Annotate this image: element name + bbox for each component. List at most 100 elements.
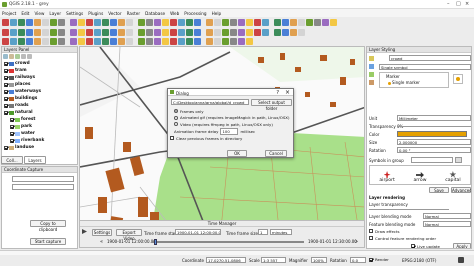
manage-map-themes-icon[interactable] [9, 54, 14, 59]
close-icon[interactable]: × [465, 1, 469, 7]
time-frame-size-input[interactable]: 1 [258, 229, 268, 235]
layer-visibility-checkbox[interactable] [4, 75, 8, 80]
collapse-all-icon[interactable] [27, 54, 32, 59]
toolbar-tool-icon[interactable] [194, 28, 201, 36]
maximize-icon[interactable]: □ [456, 1, 461, 7]
toolbar-tool-icon[interactable] [50, 37, 57, 45]
toolbar-tool-icon[interactable] [274, 28, 281, 36]
menu-help[interactable]: Help [212, 11, 222, 16]
symbol-capital[interactable]: capital [445, 171, 461, 183]
toolbar-tool-icon[interactable] [162, 37, 169, 45]
styling-layer-select[interactable]: crowd [389, 55, 471, 61]
layer-visibility-checkbox[interactable] [4, 82, 8, 87]
toolbar-tool-icon[interactable] [18, 18, 25, 26]
toolbar-tool-icon[interactable] [246, 28, 253, 36]
toolbar-tool-icon[interactable] [58, 28, 65, 36]
export-option-radio[interactable] [174, 122, 178, 127]
scale-select[interactable]: 1:3 557 [261, 257, 286, 263]
toolbar-tool-icon[interactable] [18, 28, 25, 36]
toolbar-tool-icon[interactable] [170, 28, 177, 36]
toolbar-tool-icon[interactable] [194, 37, 201, 45]
toolbar-tool-icon[interactable] [94, 28, 101, 36]
toolbar-tool-icon[interactable] [138, 28, 145, 36]
play-icon[interactable] [82, 229, 87, 234]
toolbar-tool-icon[interactable] [94, 37, 101, 45]
toolbar-tool-icon[interactable] [186, 28, 193, 36]
toolbar-tool-icon[interactable] [78, 28, 85, 36]
control-order-checkbox[interactable] [369, 236, 373, 241]
minimize-icon[interactable]: – [447, 1, 450, 7]
toolbar-tool-icon[interactable] [206, 18, 213, 26]
time-unit-select[interactable]: minutes [270, 229, 292, 235]
toolbar-tool-icon[interactable] [154, 18, 161, 26]
symbol-group-select[interactable] [411, 157, 453, 163]
export-option-radio[interactable] [174, 115, 178, 120]
toolbar-tool-icon[interactable] [282, 18, 289, 26]
toolbar-tool-icon[interactable] [154, 37, 161, 45]
select-output-folder-button[interactable]: Select output folder [251, 98, 292, 111]
toolbar-tool-icon[interactable] [230, 18, 237, 26]
layer-item[interactable]: forest [4, 116, 77, 123]
menu-plugins[interactable]: Plugins [88, 11, 103, 16]
color-button[interactable] [397, 131, 467, 137]
control-order-row[interactable]: Control feature rendering order [369, 235, 436, 242]
toolbar-tool-icon[interactable] [170, 37, 177, 45]
feature-blending-select[interactable]: Normal [423, 221, 471, 227]
toolbar-tool-icon[interactable] [154, 28, 161, 36]
render-checkbox[interactable] [369, 257, 373, 262]
messages-icon[interactable] [458, 257, 464, 263]
symbol-arrow[interactable]: arrow [413, 172, 426, 183]
toolbar-tool-icon[interactable] [290, 18, 297, 26]
crs-label[interactable]: EPSG:2180 (OTF) [402, 258, 436, 263]
cancel-button[interactable]: Cancel [265, 150, 287, 157]
toolbar-tool-icon[interactable] [42, 37, 49, 45]
layer-visibility-checkbox[interactable] [4, 89, 8, 94]
toolbar-tool-icon[interactable] [102, 37, 109, 45]
toolbar-tool-icon[interactable] [42, 18, 49, 26]
menu-view[interactable]: View [34, 11, 44, 16]
save-symbol-button[interactable]: Save [429, 187, 449, 193]
layer-item[interactable]: crowd [4, 60, 77, 67]
toolbar-tool-icon[interactable] [78, 18, 85, 26]
toolbar-tool-icon[interactable] [26, 28, 33, 36]
toolbar-tool-icon[interactable] [146, 37, 153, 45]
live-update-row[interactable]: Live update [411, 243, 440, 248]
time-slider-track[interactable] [152, 241, 304, 243]
toolbar-tool-icon[interactable] [34, 28, 41, 36]
toolbar-tool-icon[interactable] [254, 18, 261, 26]
toolbar-tool-icon[interactable] [314, 18, 321, 26]
toolbar-tool-icon[interactable] [146, 28, 153, 36]
toolbar-tool-icon[interactable] [50, 18, 57, 26]
toolbar-tool-icon[interactable] [178, 18, 185, 26]
layer-item[interactable]: park [4, 123, 77, 130]
layer-visibility-checkbox[interactable] [10, 138, 14, 143]
toolbar-tool-icon[interactable] [102, 18, 109, 26]
export-video-button[interactable]: Export Video [116, 229, 142, 241]
toolbar-tool-icon[interactable] [178, 28, 185, 36]
layer-visibility-checkbox[interactable] [10, 117, 14, 122]
toolbar-tool-icon[interactable] [222, 37, 229, 45]
toolbar-tool-icon[interactable] [246, 18, 253, 26]
copy-to-clipboard-button[interactable]: Copy to clipboard [30, 220, 66, 232]
filter-legend-icon[interactable] [15, 54, 20, 59]
toolbar-tool-icon[interactable] [126, 28, 133, 36]
history-icon[interactable] [369, 80, 374, 85]
toolbar-tool-icon[interactable] [214, 28, 221, 36]
delay-input[interactable]: 100 [220, 127, 239, 135]
layer-item[interactable]: roads [4, 102, 77, 109]
menu-vector[interactable]: Vector [108, 11, 121, 16]
coordinate-display[interactable]: 17.0270,51.0806 [206, 257, 246, 263]
toolbar-tool-icon[interactable] [214, 18, 221, 26]
toolbar-tool-icon[interactable] [138, 18, 145, 26]
open-library-icon[interactable] [455, 157, 462, 163]
toolbar-tool-icon[interactable] [26, 37, 33, 45]
live-update-checkbox[interactable] [411, 244, 415, 248]
toolbar-tool-icon[interactable] [2, 28, 9, 36]
toolbar-tool-icon[interactable] [178, 37, 185, 45]
toolbar-tool-icon[interactable] [58, 18, 65, 26]
renderer-select[interactable]: Single symbol [379, 64, 471, 70]
toolbar-tool-icon[interactable] [282, 28, 289, 36]
toolbar-tool-icon[interactable] [34, 18, 41, 26]
magnifier-input[interactable]: 100% [311, 257, 327, 263]
layer-item[interactable]: places [4, 81, 77, 88]
